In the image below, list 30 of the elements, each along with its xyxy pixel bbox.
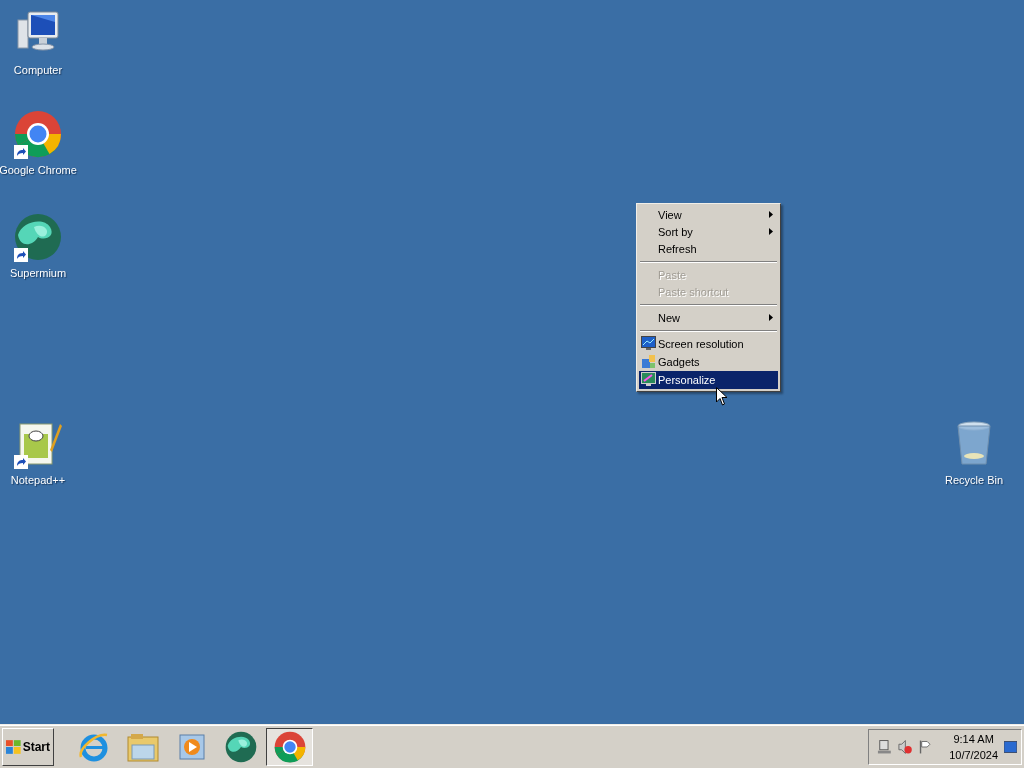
desktop-icon-label[interactable]: Computer bbox=[13, 64, 63, 76]
monitor-icon bbox=[641, 372, 656, 387]
menu-item[interactable]: New bbox=[639, 309, 778, 326]
gadgets-icon bbox=[641, 354, 656, 369]
show-desktop-icon[interactable] bbox=[1004, 740, 1017, 753]
desktop-icon-label[interactable]: Notepad++ bbox=[10, 474, 66, 486]
media-player-icon bbox=[176, 731, 207, 762]
mouse-cursor-icon bbox=[716, 387, 728, 406]
clock-time: 9:14 AM bbox=[953, 731, 994, 747]
muted-speaker-icon[interactable] bbox=[897, 738, 913, 755]
supermium-icon bbox=[14, 213, 62, 261]
windows-logo-icon bbox=[6, 739, 21, 754]
network-icon[interactable] bbox=[877, 738, 892, 755]
menu-item[interactable]: Refresh bbox=[639, 240, 778, 257]
chrome-icon bbox=[14, 110, 62, 158]
menu-item[interactable]: Screen resolution bbox=[639, 335, 778, 353]
start-button[interactable]: Start bbox=[2, 727, 54, 766]
desktop-icon-label[interactable]: Recycle Bin bbox=[944, 474, 1004, 486]
desktop-icon-label[interactable]: Supermium bbox=[9, 267, 67, 279]
desktop-icon-label[interactable]: Google Chrome bbox=[0, 164, 77, 176]
menu-item[interactable]: Personalize bbox=[639, 371, 778, 389]
taskbar-app-button[interactable] bbox=[266, 727, 313, 766]
supermium-icon bbox=[224, 730, 257, 763]
chrome-icon bbox=[273, 730, 306, 763]
menu-item[interactable]: Gadgets bbox=[639, 353, 778, 371]
menu-item[interactable]: Sort by bbox=[639, 223, 778, 240]
monitor-icon bbox=[641, 336, 656, 351]
clock-date: 10/7/2024 bbox=[949, 747, 999, 763]
flag-icon[interactable] bbox=[918, 738, 934, 755]
menu-item[interactable]: View bbox=[639, 206, 778, 223]
